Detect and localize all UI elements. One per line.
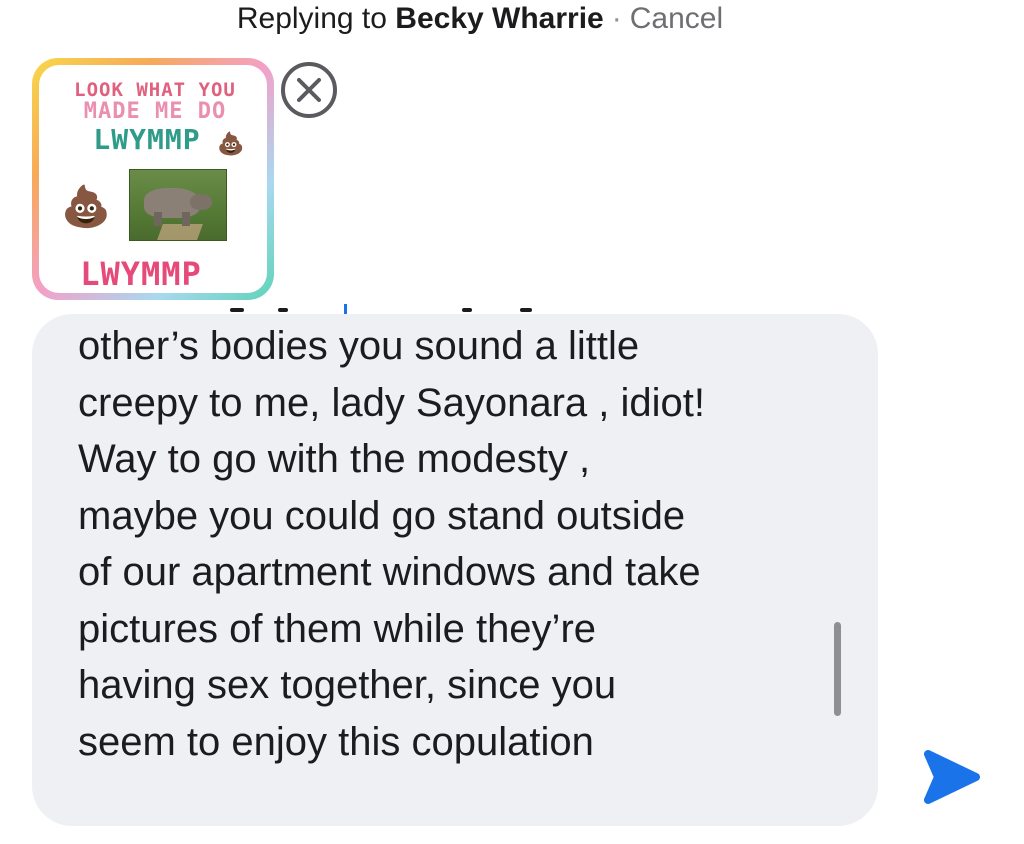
message-line: pictures of them while they’re xyxy=(78,606,597,651)
poop-emoji-icon: 💩 xyxy=(217,131,245,156)
message-line: Way to go with the modesty , xyxy=(78,437,591,481)
reply-recipient-name: Becky Wharrie xyxy=(395,2,604,35)
meme-text-line-1: LOOK WHAT YOU xyxy=(74,79,236,101)
meme-text-line-4: LWYMMP xyxy=(80,255,202,293)
message-line: of our apartment windows and take xyxy=(78,550,701,594)
message-line: other’s bodies you sound a little xyxy=(78,324,640,368)
message-compose-screen: Replying to Becky Wharrie · Cancel LOOK WH… xyxy=(0,0,1024,844)
rhino-photo xyxy=(129,169,227,241)
meme-text-line-2: MADE ME DO xyxy=(83,99,227,124)
attached-image-content: LOOK WHAT YOU MADE ME DO LWYMMP 💩 💩 LWYM… xyxy=(39,65,267,293)
message-line: seem to enjoy this copulation xyxy=(78,719,594,764)
remove-attachment-button[interactable] xyxy=(281,62,337,118)
send-button[interactable] xyxy=(918,744,984,810)
separator-dot: · xyxy=(611,2,622,35)
poop-emoji-icon: 💩 xyxy=(61,185,111,229)
send-arrow-icon xyxy=(924,750,980,804)
close-icon xyxy=(297,78,321,102)
message-line: creepy to me, lady Sayonara , idiot! xyxy=(78,380,705,425)
reply-header: Replying to Becky Wharrie · Cancel xyxy=(0,0,960,38)
reply-prefix: Replying to xyxy=(236,2,387,35)
message-line: maybe you could go stand outside xyxy=(78,493,686,538)
message-text-area[interactable]: other’s bodies you sound a little creepy… xyxy=(78,318,838,770)
cancel-reply-button[interactable]: Cancel xyxy=(630,2,723,35)
text-scrollbar[interactable] xyxy=(834,622,841,716)
message-line: having sex together, since you xyxy=(78,663,617,707)
clipped-text-remnant xyxy=(230,300,590,314)
attached-image-thumbnail[interactable]: LOOK WHAT YOU MADE ME DO LWYMMP 💩 💩 LWYM… xyxy=(32,58,274,300)
